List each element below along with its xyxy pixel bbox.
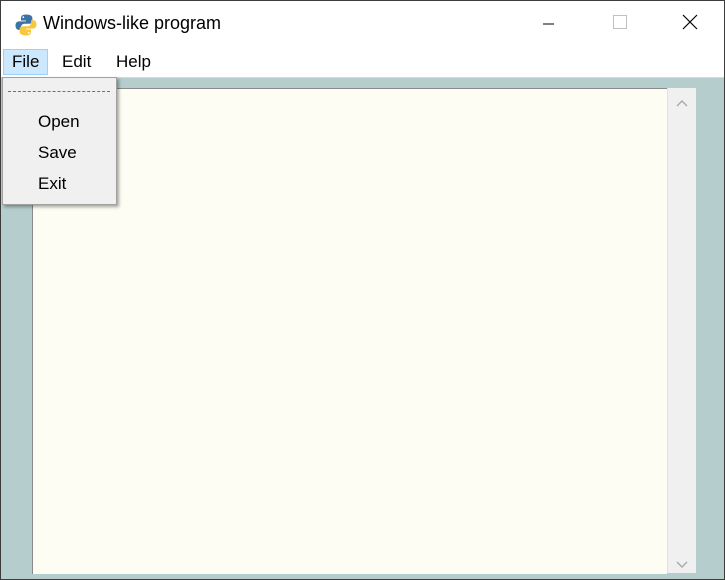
chevron-up-icon[interactable] — [676, 94, 688, 113]
minimize-button[interactable] — [526, 1, 572, 47]
window-title: Windows-like program — [43, 13, 222, 33]
menu-file[interactable]: File — [3, 49, 49, 75]
app-window: Windows-like program File Edit Help Open… — [0, 0, 725, 580]
close-icon — [682, 14, 698, 34]
title-bar[interactable]: Windows-like program — [1, 1, 724, 47]
vertical-scrollbar[interactable] — [667, 88, 696, 573]
file-dropdown-menu: Open Save Exit — [2, 77, 117, 205]
menu-edit[interactable]: Edit — [53, 49, 100, 75]
menu-item-exit[interactable]: Exit — [38, 174, 66, 194]
menu-help[interactable]: Help — [107, 49, 160, 75]
menu-item-open[interactable]: Open — [38, 112, 80, 132]
tearoff-line[interactable] — [8, 91, 110, 92]
maximize-button[interactable] — [597, 1, 643, 47]
chevron-down-icon[interactable] — [676, 554, 688, 573]
text-editor[interactable] — [32, 88, 667, 574]
menu-bar: File Edit Help — [1, 47, 724, 78]
menu-item-save[interactable]: Save — [38, 143, 77, 163]
maximize-icon — [612, 14, 628, 34]
close-button[interactable] — [667, 1, 713, 47]
minimize-icon — [543, 15, 555, 34]
python-icon — [14, 13, 38, 37]
